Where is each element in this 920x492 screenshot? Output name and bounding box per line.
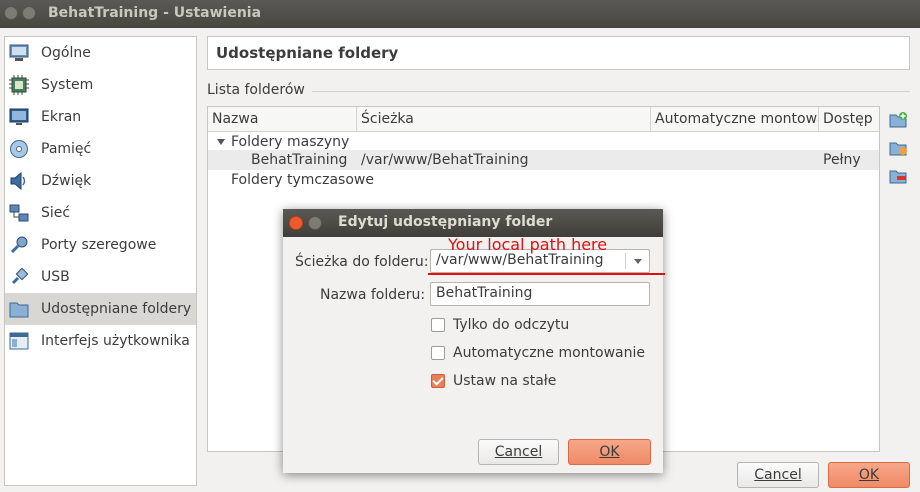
- sidebar-item-label: Porty szeregowe: [41, 237, 157, 253]
- sidebar-item-system[interactable]: System: [5, 69, 196, 101]
- sidebar-item-label: Interfejs użytkownika: [41, 333, 190, 349]
- sidebar-item-shared-folders[interactable]: Udostępniane foldery: [5, 293, 196, 325]
- permanent-label: Ustaw na stałe: [453, 373, 557, 389]
- permanent-checkbox-row[interactable]: Ustaw na stałe: [431, 373, 556, 389]
- automount-checkbox[interactable]: [431, 346, 445, 360]
- dialog-cancel-label: Cancel: [494, 444, 543, 460]
- sidebar-item-label: Sieć: [41, 205, 71, 221]
- user-interface-icon: [9, 331, 29, 351]
- settings-sidebar: Ogólne System Ekran Pamięć Dźwięk Sieć P…: [4, 36, 197, 486]
- cancel-button-label: Cancel: [754, 467, 802, 483]
- folder-path-cell: /var/www/BehatTraining: [361, 152, 529, 168]
- shared-folder-icon: [9, 299, 29, 319]
- group-divider: [312, 91, 910, 92]
- column-header-path[interactable]: Ścieżka: [357, 107, 651, 131]
- ok-button[interactable]: OK: [828, 462, 910, 488]
- add-folder-icon[interactable]: [888, 110, 908, 130]
- folder-path-label: Ścieżka do folderu:: [295, 254, 429, 270]
- ok-button-label: OK: [858, 467, 880, 483]
- window-title: BehatTraining - Ustawienia: [48, 5, 262, 21]
- display-icon: [9, 107, 29, 127]
- speaker-icon: [9, 171, 29, 191]
- tree-group-row[interactable]: Foldery tymczasowe: [208, 170, 879, 190]
- group-label: Foldery maszyny: [231, 134, 350, 150]
- network-icon: [9, 203, 29, 223]
- sidebar-item-storage[interactable]: Pamięć: [5, 133, 196, 165]
- readonly-label: Tylko do odczytu: [453, 317, 570, 333]
- sidebar-item-network[interactable]: Sieć: [5, 197, 196, 229]
- tree-group-row[interactable]: Foldery maszyny: [208, 132, 879, 152]
- page-header: Udostępniane foldery: [207, 36, 910, 70]
- column-header-access[interactable]: Dostęp: [819, 107, 879, 131]
- sidebar-item-usb[interactable]: USB: [5, 261, 196, 293]
- permanent-checkbox[interactable]: [431, 374, 445, 388]
- dialog-minimize-button[interactable]: [308, 216, 322, 230]
- folder-name-cell: BehatTraining: [251, 152, 348, 168]
- serial-port-icon: [9, 235, 29, 255]
- folders-group-label: Lista folderów: [207, 82, 305, 98]
- sidebar-item-label: Ekran: [41, 109, 82, 125]
- dialog-titlebar: Edytuj udostępniany folder: [283, 209, 663, 237]
- page-title: Udostępniane foldery: [216, 44, 399, 62]
- table-row[interactable]: BehatTraining /var/www/BehatTraining Peł…: [208, 150, 879, 170]
- expand-triangle-icon[interactable]: [217, 139, 225, 145]
- folder-toolbar: [888, 110, 910, 194]
- readonly-checkbox[interactable]: [431, 318, 445, 332]
- sidebar-item-label: Udostępniane foldery: [41, 301, 192, 317]
- folder-access-cell: Pełny: [823, 152, 861, 168]
- dialog-title: Edytuj udostępniany folder: [338, 214, 553, 230]
- combo-separator: [625, 253, 626, 269]
- table-header: Nazwa Ścieżka Automatyczne montowa Dostę…: [208, 107, 879, 132]
- sidebar-item-label: USB: [41, 269, 70, 285]
- general-icon: [9, 43, 29, 63]
- dialog-ok-label: OK: [599, 444, 620, 460]
- system-chip-icon: [9, 75, 29, 95]
- annotation-text: Your local path here: [448, 235, 608, 254]
- column-header-name[interactable]: Nazwa: [208, 107, 357, 131]
- dialog-cancel-button[interactable]: Cancel: [478, 439, 559, 465]
- automount-label: Automatyczne montowanie: [453, 345, 646, 361]
- edit-folder-icon[interactable]: [888, 138, 908, 158]
- sidebar-item-label: Ogólne: [41, 45, 91, 61]
- remove-folder-icon[interactable]: [888, 166, 908, 186]
- folder-name-label: Nazwa folderu:: [320, 287, 426, 303]
- folder-name-field[interactable]: BehatTraining: [430, 282, 650, 306]
- sidebar-item-label: System: [41, 77, 94, 93]
- sidebar-item-label: Pamięć: [41, 141, 92, 157]
- cancel-button[interactable]: Cancel: [737, 462, 819, 488]
- usb-icon: [9, 267, 29, 287]
- sidebar-item-display[interactable]: Ekran: [5, 101, 196, 133]
- folder-name-value: BehatTraining: [436, 285, 533, 301]
- dialog-close-button[interactable]: [289, 216, 303, 230]
- sidebar-item-user-interface[interactable]: Interfejs użytkownika: [5, 325, 196, 357]
- window-close-button[interactable]: [4, 6, 18, 20]
- annotation-underline: [428, 273, 665, 275]
- column-header-automount[interactable]: Automatyczne montowa: [651, 107, 819, 131]
- storage-disk-icon: [9, 139, 29, 159]
- dialog-ok-button[interactable]: OK: [568, 439, 651, 465]
- folder-path-value: /var/www/BehatTraining: [436, 252, 604, 268]
- window-titlebar: BehatTraining - Ustawienia: [0, 0, 920, 28]
- readonly-checkbox-row[interactable]: Tylko do odczytu: [431, 317, 569, 333]
- chevron-down-icon[interactable]: [634, 259, 642, 264]
- window-minimize-button[interactable]: [22, 6, 36, 20]
- edit-shared-folder-dialog: Edytuj udostępniany folder Ścieżka do fo…: [283, 209, 665, 473]
- group-label: Foldery tymczasowe: [231, 172, 374, 188]
- automount-checkbox-row[interactable]: Automatyczne montowanie: [431, 345, 645, 361]
- sidebar-item-serial-ports[interactable]: Porty szeregowe: [5, 229, 196, 261]
- sidebar-item-audio[interactable]: Dźwięk: [5, 165, 196, 197]
- sidebar-item-label: Dźwięk: [41, 173, 92, 189]
- sidebar-item-general[interactable]: Ogólne: [5, 37, 196, 69]
